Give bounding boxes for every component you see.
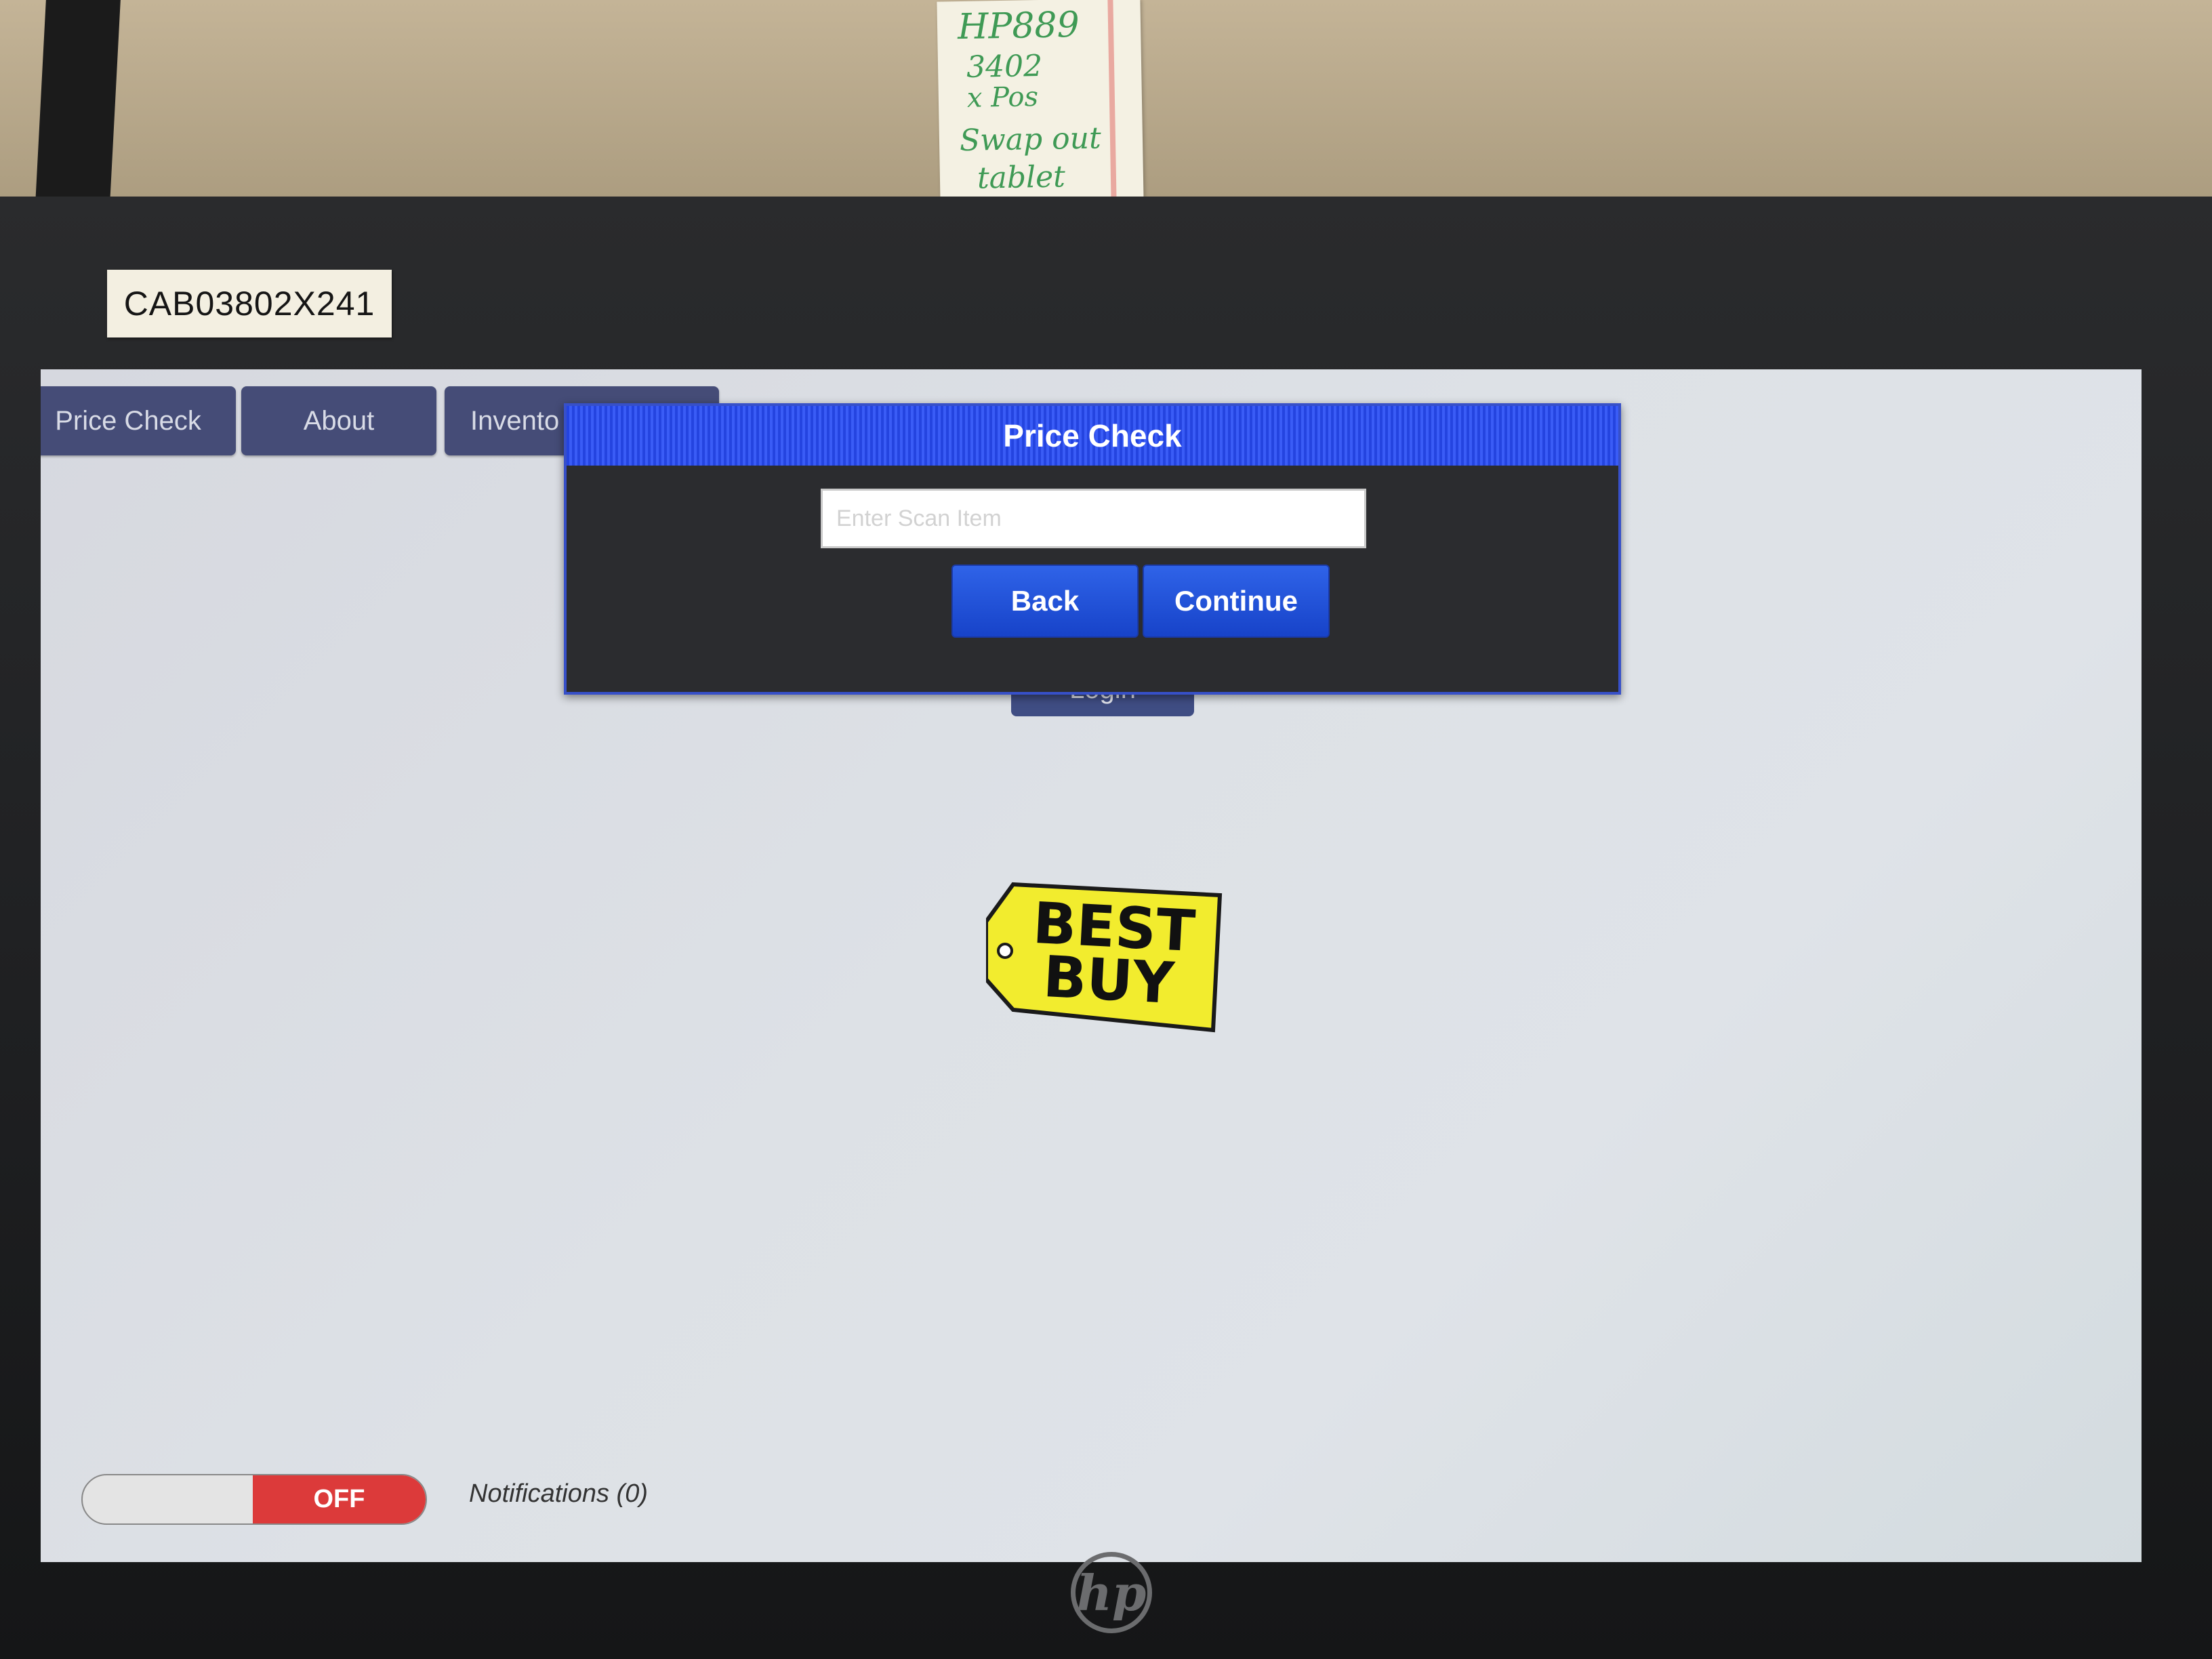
logo-text-buy: BUY — [1042, 943, 1176, 1017]
sticky-note-line: Swap out — [959, 121, 1102, 159]
sticky-note: HP889 3402 x Pos Swap out tablet — [937, 0, 1144, 205]
sticky-note-line: 3402 — [966, 48, 1043, 85]
tab-about[interactable]: About — [241, 386, 436, 455]
sticky-note-edge — [1107, 0, 1117, 203]
best-buy-logo: BEST BUY — [986, 882, 1223, 1033]
back-button[interactable]: Back — [951, 565, 1139, 638]
asset-tag-label: CAB03802X241 — [107, 270, 392, 337]
notifications-link[interactable]: Notifications (0) — [469, 1479, 648, 1509]
toggle-off-label: OFF — [253, 1475, 426, 1523]
continue-button[interactable]: Continue — [1143, 565, 1330, 638]
tab-price-check[interactable]: Price Check — [41, 386, 236, 455]
dialog-title: Price Check — [567, 406, 1618, 466]
scan-item-input[interactable] — [821, 489, 1366, 548]
hp-logo-icon: hp — [1071, 1552, 1152, 1633]
screen: Price Check About Invento Login BEST BUY… — [41, 369, 2142, 1562]
sticky-note-line: x Pos — [966, 81, 1039, 114]
sticky-note-line: HP889 — [957, 4, 1080, 48]
notifications-toggle[interactable]: OFF — [81, 1474, 427, 1525]
sticky-note-line: tablet — [977, 159, 1066, 196]
cable — [35, 0, 121, 203]
price-check-dialog: Price Check Back Continue — [564, 403, 1621, 695]
logo-tag-hole — [997, 943, 1013, 959]
